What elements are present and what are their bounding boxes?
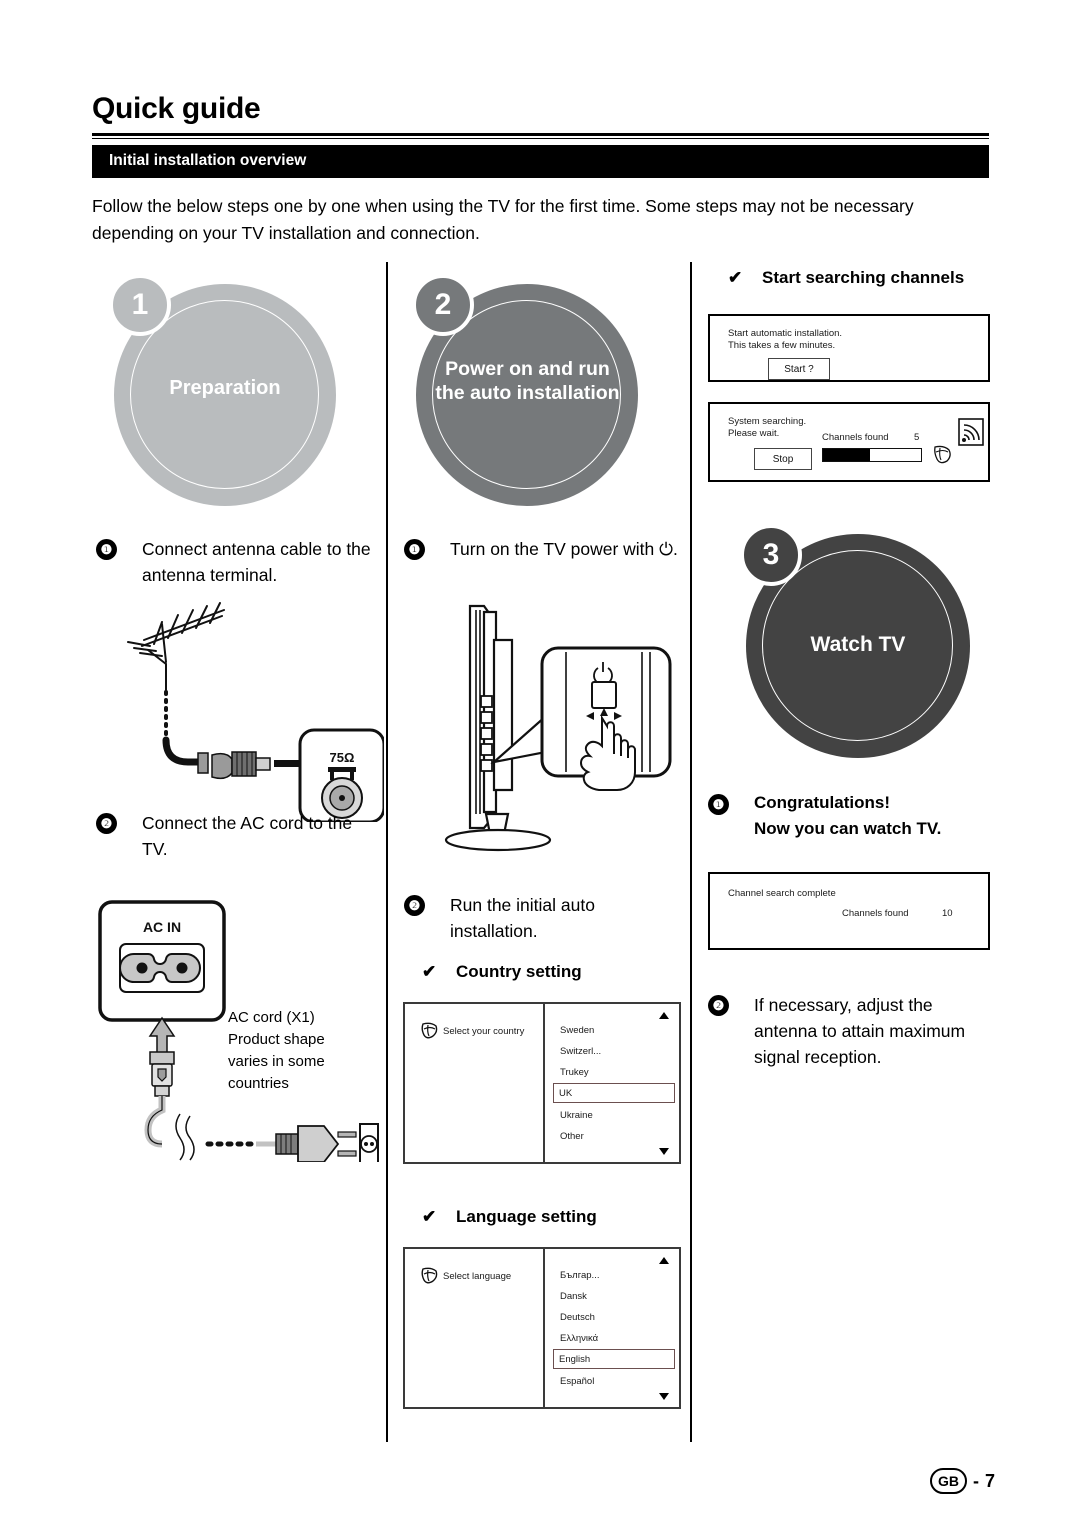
country-item-4[interactable]: Ukraine [555, 1106, 673, 1124]
country-icon [419, 1022, 439, 1040]
step2-circle-group: Power on and run the auto installation 2 [400, 262, 682, 510]
start-button[interactable]: Start ? [768, 358, 830, 380]
language-item-2[interactable]: Deutsch [555, 1308, 673, 1326]
country-scroll-down-icon[interactable] [659, 1148, 669, 1155]
osd-search-complete: Channel search complete Channels found 1… [708, 872, 990, 950]
signal-strength-icon [958, 418, 984, 446]
country-item-0[interactable]: Sweden [555, 1021, 673, 1039]
language-item-4-selected[interactable]: English [553, 1349, 675, 1369]
channels-found-label: Channels found [822, 432, 889, 443]
col3-step-2-bullet: ❷ [708, 995, 729, 1016]
column-divider-1 [386, 262, 388, 1442]
language-panel-left-label: Select language [443, 1271, 512, 1282]
language-icon [419, 1267, 439, 1285]
col2-step-1-bullet: ❶ [404, 539, 425, 560]
step3-circle-label: Watch TV [810, 633, 906, 656]
page-title: Quick guide [92, 92, 261, 125]
footer-separator: - [973, 1470, 979, 1491]
check-tick-icon: ✔ [728, 268, 743, 287]
country-setting-label: Country setting [456, 962, 582, 981]
tv-power-button-diagram [406, 592, 682, 872]
col2-step-1-text: Turn on the TV power with ⏻. [450, 539, 678, 559]
col1-step-2-bullet: ❷ [96, 813, 117, 834]
col3-step-1-bullet: ❶ [708, 794, 729, 815]
col1-step-2-text: Connect the AC cord to the TV. [142, 813, 353, 859]
page-footer: GB - 7 [930, 1468, 995, 1494]
check-tick-icon: ✔ [422, 962, 437, 981]
language-item-1[interactable]: Dansk [555, 1287, 673, 1305]
stop-button[interactable]: Stop [754, 448, 812, 470]
osd-start-installation: Start automatic installation. This takes… [708, 314, 990, 382]
country-item-1[interactable]: Switzerl... [555, 1042, 673, 1060]
osd-searching-line2: Please wait. [728, 428, 780, 439]
osd-start-line1: Start automatic installation. [728, 328, 843, 339]
satellite-dish-icon [932, 444, 954, 466]
osd-start-line2: This takes a few minutes. [728, 340, 836, 351]
language-scroll-down-icon[interactable] [659, 1393, 669, 1400]
step1-circle-label: Preparation [169, 377, 281, 399]
svg-text:AC IN: AC IN [143, 919, 181, 935]
col1-step-1-bullet: ❶ [96, 539, 117, 560]
column-divider-2 [690, 262, 692, 1442]
col3-step-2-text: If necessary, adjust the antenna to atta… [754, 995, 966, 1067]
osd-complete-line1: Channel search complete [728, 888, 836, 899]
col2-step-2-bullet: ❷ [404, 895, 425, 916]
column-preparation: Preparation 1 ❶ Connect antenna cable to… [92, 262, 384, 1162]
country-item-2[interactable]: Trukey [555, 1063, 673, 1081]
start-searching-label: Start searching channels [762, 268, 965, 287]
ac-cord-caption: AC cord (X1) Product shape varies in som… [228, 1009, 325, 1092]
country-item-3-selected[interactable]: UK [553, 1083, 675, 1103]
osd-complete-channels-value: 10 [942, 908, 953, 919]
osd-complete-channels-label: Channels found [842, 908, 909, 919]
step2-circle-label: Power on and run the auto installation [435, 358, 620, 404]
intro-paragraph: Follow the below steps one by one when u… [92, 196, 914, 243]
country-panel-divider [543, 1004, 545, 1162]
country-item-5[interactable]: Other [555, 1127, 673, 1145]
channels-found-value: 5 [914, 432, 920, 443]
check-tick-icon: ✔ [422, 1207, 437, 1226]
col3-step-1-text: Congratulations! Now you can watch TV. [754, 793, 942, 838]
col1-step-1-text: Connect antenna cable to the antenna ter… [142, 539, 371, 585]
column-power-on: Power on and run the auto installation 2… [400, 262, 682, 1409]
language-item-3[interactable]: Ελληνικά [555, 1329, 673, 1347]
osd-system-searching: System searching. Please wait. Stop Chan… [708, 402, 990, 482]
header-rule-thin [92, 138, 989, 139]
header-rule-thick [92, 133, 989, 136]
section-header-label: Initial installation overview [109, 152, 307, 169]
page-number: 7 [985, 1470, 996, 1491]
step1-circle-group: Preparation 1 [92, 262, 380, 510]
col2-step-2-text: Run the initial auto installation. [450, 895, 595, 941]
search-progress-fill [823, 449, 871, 461]
language-item-5[interactable]: Español [555, 1372, 673, 1390]
region-badge: GB [930, 1468, 967, 1494]
search-progress-bar [822, 448, 922, 462]
step1-number-badge: 1 [109, 274, 171, 336]
antenna-connection-diagram: 75Ω [104, 602, 384, 822]
language-item-0[interactable]: Българ... [555, 1266, 673, 1284]
country-panel-left-label: Select your country [443, 1026, 525, 1037]
language-panel-divider [543, 1249, 545, 1407]
country-setting-panel[interactable]: Select your country Sweden Switzerl... T… [403, 1002, 681, 1164]
country-scroll-up-icon[interactable] [659, 1012, 669, 1019]
step3-number-badge: 3 [740, 524, 802, 586]
section-header-bar: Initial installation overview [92, 145, 989, 178]
language-scroll-up-icon[interactable] [659, 1257, 669, 1264]
step2-number-badge: 2 [412, 274, 474, 336]
svg-text:75Ω: 75Ω [330, 750, 355, 765]
language-setting-label: Language setting [456, 1207, 597, 1226]
osd-searching-line1: System searching. [728, 416, 807, 427]
step3-circle-group: Watch TV 3 [724, 512, 990, 762]
language-setting-panel[interactable]: Select language Българ... Dansk Deutsch … [403, 1247, 681, 1409]
